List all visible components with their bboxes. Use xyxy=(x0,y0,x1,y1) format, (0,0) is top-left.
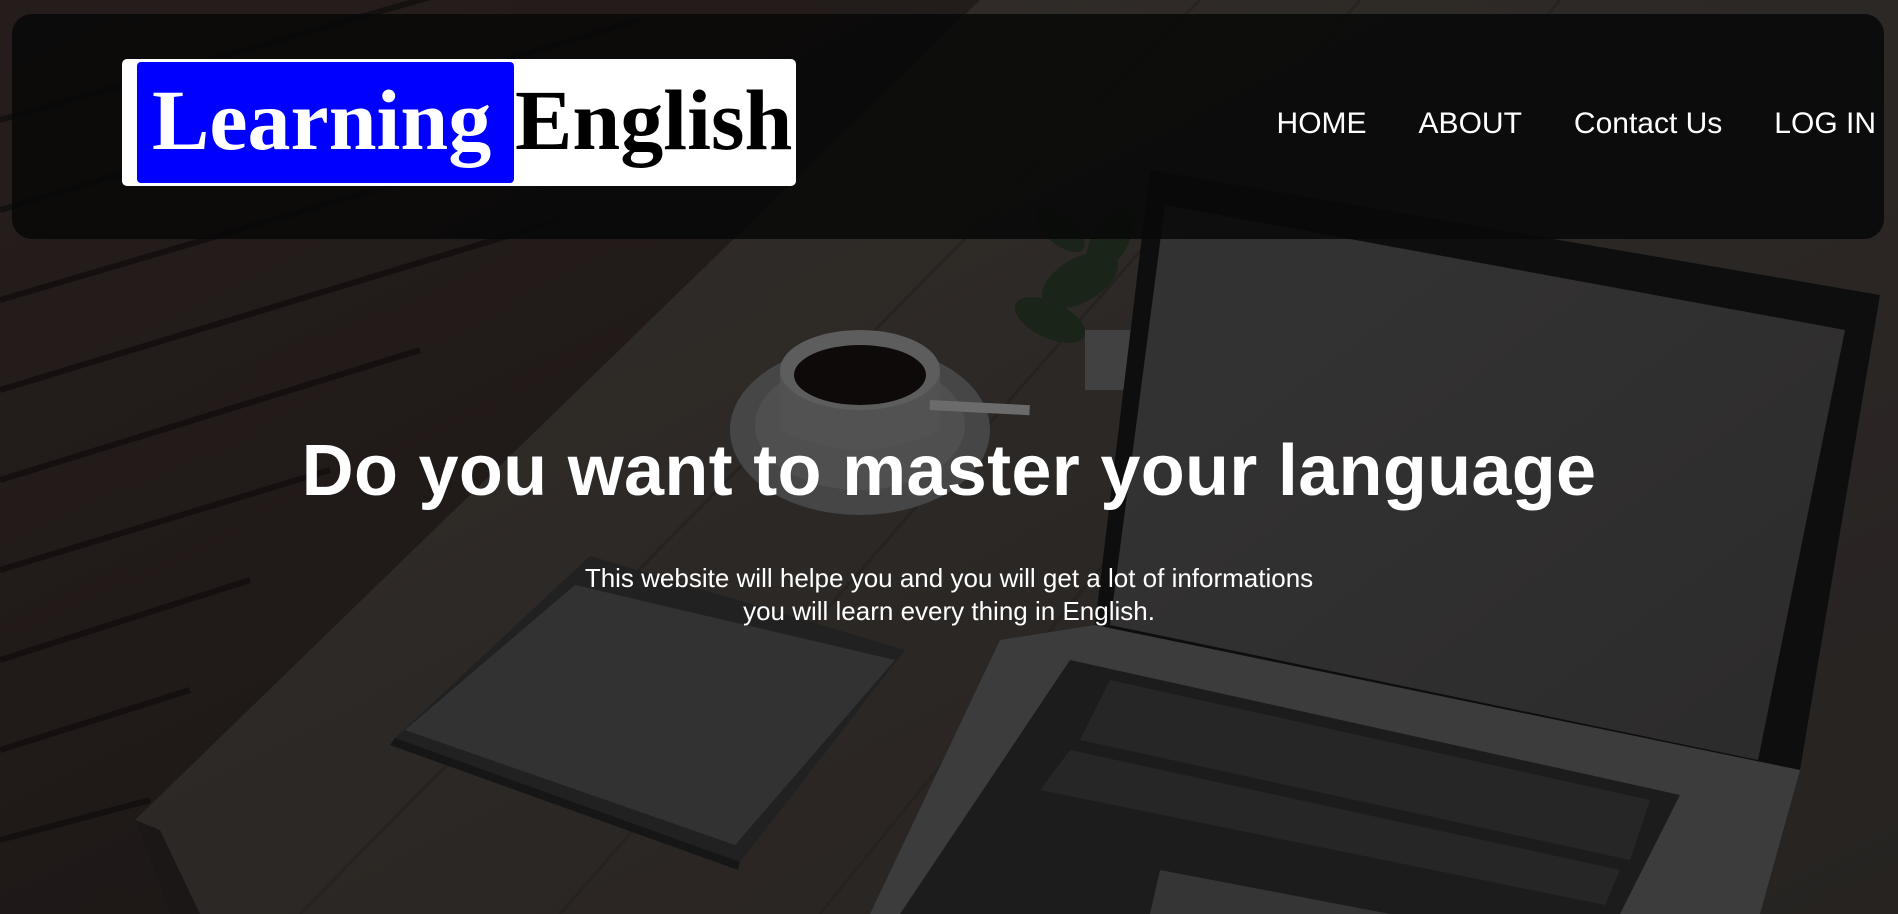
logo-word-english: English xyxy=(515,72,793,168)
hero-title: Do you want to master your language xyxy=(301,431,1597,511)
hero-subtitle-line-1: This website will helpe you and you will… xyxy=(584,563,1314,593)
nav-home-link[interactable]: HOME xyxy=(1277,106,1367,142)
site-header: Learning English HOME ABOUT Contact Us L… xyxy=(12,14,1884,239)
site-logo[interactable]: Learning English xyxy=(122,59,796,186)
nav-about-link[interactable]: ABOUT xyxy=(1419,106,1522,142)
nav-login-link[interactable]: LOG IN xyxy=(1774,106,1876,142)
logo-word-learning: Learning xyxy=(152,72,492,168)
landing-page: Learning English HOME ABOUT Contact Us L… xyxy=(0,0,1898,914)
nav-contact-link[interactable]: Contact Us xyxy=(1574,106,1722,142)
hero-subtitle: This website will helpe you and you will… xyxy=(0,562,1898,628)
main-nav: HOME ABOUT Contact Us LOG IN xyxy=(1277,106,1876,142)
hero-subtitle-line-2: you will learn every thing in English. xyxy=(743,596,1155,626)
